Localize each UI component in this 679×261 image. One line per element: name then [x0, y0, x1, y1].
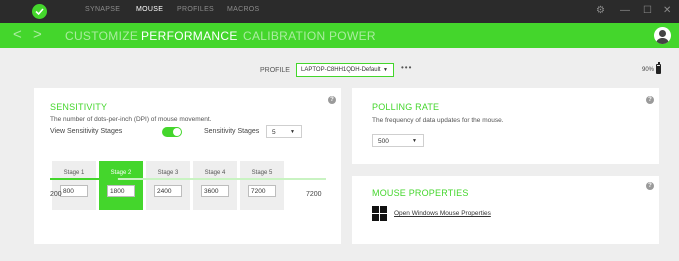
polling-rate-value: 500	[378, 138, 389, 145]
stage-label: Stage 3	[157, 170, 179, 176]
sensitivity-title: SENSITIVITY	[50, 102, 108, 112]
minimize-icon[interactable]: —	[620, 4, 630, 18]
profile-label: PROFILE	[260, 67, 290, 74]
stage-card[interactable]: Stage 5 7200	[240, 161, 284, 210]
tab-power[interactable]: POWER	[329, 29, 376, 43]
stages-count-value: 5	[272, 129, 276, 136]
sensitivity-card: ? SENSITIVITY The number of dots-per-inc…	[34, 88, 341, 244]
sensitivity-description: The number of dots-per-inch (DPI) of mou…	[50, 116, 212, 123]
stage-label: Stage 2	[110, 170, 132, 176]
stage-label: Stage 1	[63, 170, 85, 176]
stage-dpi-input[interactable]: 800	[60, 185, 88, 197]
mouse-properties-card: ? MOUSE PROPERTIES Open Windows Mouse Pr…	[352, 176, 659, 244]
stage-dpi-input[interactable]: 2400	[154, 185, 182, 197]
stage-label: Stage 5	[251, 170, 273, 176]
mouse-properties-help-icon[interactable]: ?	[646, 182, 654, 190]
title-bar: SYNAPSE MOUSE PROFILES MACROS ⚙ — ☐ ✕	[0, 0, 679, 23]
back-arrow-icon[interactable]: <	[13, 26, 22, 44]
chevron-down-icon: ▼	[412, 138, 417, 144]
polling-rate-dropdown[interactable]: 500 ▼	[372, 134, 424, 147]
user-avatar-icon[interactable]	[654, 27, 671, 44]
profile-dropdown[interactable]: LAPTOP-C8HH1QDH-Default ▼	[296, 63, 394, 77]
top-tab-profiles[interactable]: PROFILES	[177, 6, 214, 13]
stages-count-dropdown[interactable]: 5 ▼	[266, 125, 302, 138]
forward-arrow-icon[interactable]: >	[33, 26, 42, 44]
profile-selected-value: LAPTOP-C8HH1QDH-Default	[301, 67, 381, 73]
dpi-slider-fill	[50, 178, 114, 180]
windows-logo-icon	[372, 206, 388, 222]
polling-rate-title: POLLING RATE	[372, 102, 440, 112]
settings-gear-icon[interactable]: ⚙	[596, 4, 605, 18]
polling-rate-description: The frequency of data updates for the mo…	[372, 117, 504, 124]
battery-icon	[656, 62, 661, 74]
polling-rate-card: ? POLLING RATE The frequency of data upd…	[352, 88, 659, 164]
slider-max-label: 7200	[306, 191, 322, 198]
tab-customize[interactable]: CUSTOMIZE	[65, 29, 138, 43]
stage-card[interactable]: Stage 1 800	[52, 161, 96, 210]
stage-card-active[interactable]: Stage 2 1800	[99, 161, 143, 210]
close-icon[interactable]: ✕	[663, 4, 671, 18]
sensitivity-help-icon[interactable]: ?	[328, 96, 336, 104]
battery-percentage: 90%	[642, 67, 655, 73]
slider-min-label: 200	[50, 191, 62, 198]
open-mouse-properties-link[interactable]: Open Windows Mouse Properties	[394, 210, 491, 217]
view-stages-toggle[interactable]	[162, 127, 182, 137]
maximize-icon[interactable]: ☐	[643, 4, 652, 18]
polling-help-icon[interactable]: ?	[646, 96, 654, 104]
chevron-down-icon: ▼	[383, 67, 388, 73]
stage-dpi-input[interactable]: 1800	[107, 185, 135, 197]
mouse-properties-title: MOUSE PROPERTIES	[372, 188, 469, 198]
nav-bar: < > CUSTOMIZE PERFORMANCE CALIBRATION PO…	[0, 23, 679, 48]
razer-logo-icon[interactable]	[32, 4, 47, 19]
stage-label: Stage 4	[204, 170, 226, 176]
stage-card[interactable]: Stage 4 3600	[193, 161, 237, 210]
tab-calibration[interactable]: CALIBRATION	[243, 29, 325, 43]
stage-card[interactable]: Stage 3 2400	[146, 161, 190, 210]
top-tab-macros[interactable]: MACROS	[227, 6, 260, 13]
top-tab-synapse[interactable]: SYNAPSE	[85, 6, 120, 13]
view-stages-label: View Sensitivity Stages	[50, 128, 123, 135]
dpi-slider-track[interactable]	[50, 178, 326, 180]
tab-performance[interactable]: PERFORMANCE	[141, 29, 238, 43]
stages-count-label: Sensitivity Stages	[204, 128, 260, 135]
stage-dpi-input[interactable]: 7200	[248, 185, 276, 197]
top-tab-mouse[interactable]: MOUSE	[136, 6, 163, 13]
more-options-icon[interactable]: •••	[401, 63, 412, 72]
stage-dpi-input[interactable]: 3600	[201, 185, 229, 197]
chevron-down-icon: ▼	[290, 129, 295, 135]
